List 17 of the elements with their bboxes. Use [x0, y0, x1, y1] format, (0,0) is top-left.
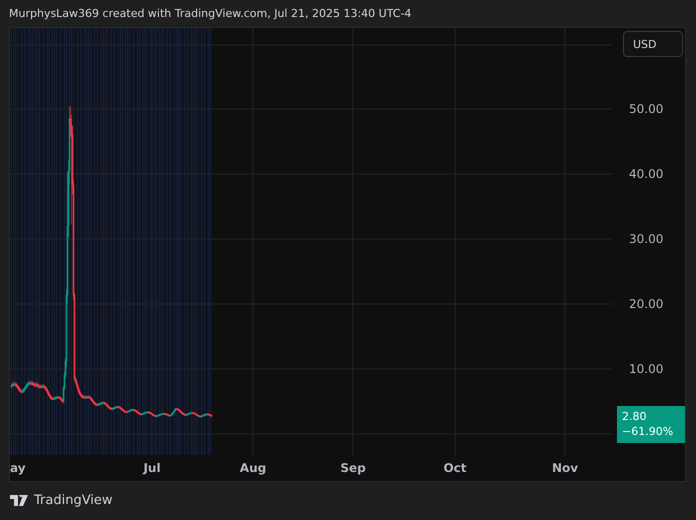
time-label: Sep — [340, 461, 366, 475]
currency-button[interactable]: USD — [623, 31, 683, 57]
price-change: −61.90% — [622, 424, 674, 439]
time-label: ay — [10, 461, 26, 475]
price-value: 2.80 — [622, 409, 648, 424]
time-label: Aug — [240, 461, 266, 475]
price-label: 20.00 — [629, 297, 664, 311]
time-label: Jul — [143, 461, 161, 475]
brand-name: TradingView — [34, 493, 113, 508]
logo-icon — [10, 495, 29, 506]
time-label: Oct — [443, 461, 467, 475]
chart-title: MurphysLaw369 created with TradingView.com, Jul 21, 2025 13:40 UTC-4 — [9, 7, 412, 20]
price-label: 30.00 — [629, 232, 664, 246]
price-label: 40.00 — [629, 167, 664, 181]
time-label: Nov — [552, 461, 578, 475]
price-label: 10.00 — [629, 362, 664, 376]
price-label: 50.00 — [629, 102, 664, 116]
